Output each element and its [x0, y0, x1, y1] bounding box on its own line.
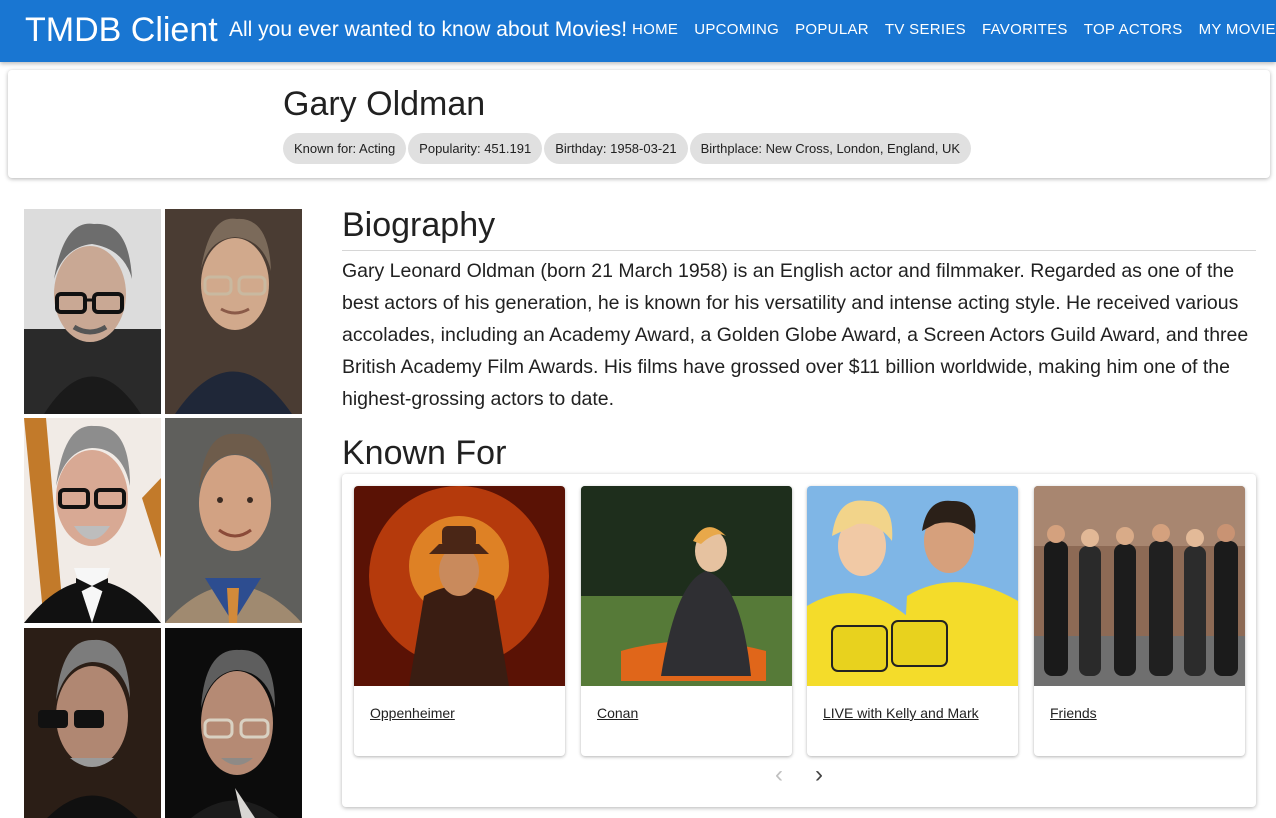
person-photo: [24, 209, 161, 414]
nav-top-actors[interactable]: TOP ACTORS: [1076, 14, 1191, 46]
biography-divider: [342, 250, 1256, 251]
nav-popular[interactable]: POPULAR: [787, 14, 877, 46]
known-for-title[interactable]: LIVE with Kelly and Mark: [823, 705, 979, 721]
known-for-card[interactable]: LIVE with Kelly and Mark: [807, 486, 1018, 756]
chevron-right-icon[interactable]: ›: [807, 763, 831, 788]
person-chips: Known for: Acting Popularity: 451.191 Bi…: [283, 133, 972, 164]
known-for-card[interactable]: Conan: [581, 486, 792, 756]
movie-poster: [1034, 486, 1245, 686]
known-for-title[interactable]: Oppenheimer: [370, 705, 455, 721]
app-brand[interactable]: TMDB Client: [25, 9, 218, 51]
person-photo: [165, 418, 302, 623]
known-for-card[interactable]: Oppenheimer: [354, 486, 565, 756]
person-photo: [24, 628, 161, 818]
nav-upcoming[interactable]: UPCOMING: [686, 14, 787, 46]
nav-tv-series[interactable]: TV SERIES: [877, 14, 974, 46]
person-photo: [165, 209, 302, 414]
nav-my-movies[interactable]: MY MOVIES: [1191, 14, 1276, 46]
movie-poster: [581, 486, 792, 686]
birthplace-chip: Birthplace: New Cross, London, England, …: [689, 133, 972, 164]
biography-heading: Biography: [342, 206, 496, 244]
main-nav: HOME UPCOMING POPULAR TV SERIES FAVORITE…: [624, 14, 1276, 46]
known-for-title[interactable]: Friends: [1050, 705, 1097, 721]
birthday-chip: Birthday: 1958-03-21: [544, 133, 688, 164]
nav-home[interactable]: HOME: [624, 14, 686, 46]
popularity-chip: Popularity: 451.191: [408, 133, 543, 164]
movie-poster: [354, 486, 565, 686]
app-bar: TMDB Client All you ever wanted to know …: [0, 0, 1276, 62]
chevron-left-icon[interactable]: ‹: [767, 763, 791, 788]
person-header-card: Gary Oldman Known for: Acting Popularity…: [8, 70, 1270, 178]
app-tagline: All you ever wanted to know about Movies…: [229, 18, 628, 41]
known-for-heading: Known For: [342, 434, 507, 472]
person-photo: [165, 628, 302, 818]
biography-text: Gary Leonard Oldman (born 21 March 1958)…: [342, 260, 1249, 410]
nav-favorites[interactable]: FAVORITES: [974, 14, 1076, 46]
movie-poster: [807, 486, 1018, 686]
person-photo: [24, 418, 161, 623]
known-for-chip: Known for: Acting: [283, 133, 407, 164]
person-photo-grid: [24, 209, 302, 818]
person-name: Gary Oldman: [283, 85, 486, 123]
known-for-title[interactable]: Conan: [597, 705, 638, 721]
known-for-card[interactable]: Friends: [1034, 486, 1245, 756]
known-for-carousel: Oppenheimer Conan LIVE with Kelly and Ma…: [342, 474, 1256, 807]
